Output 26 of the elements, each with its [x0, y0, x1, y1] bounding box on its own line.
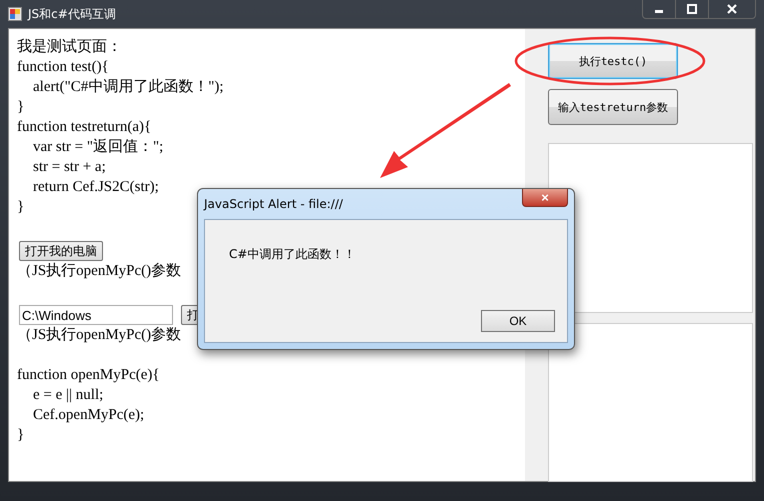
code-line: e = e || null; [32, 386, 104, 405]
note-text: （JS执行openMyPc()参数 [17, 326, 182, 345]
code-line: Cef.openMyPc(e); [32, 406, 144, 425]
open-computer-button[interactable]: 打开我的电脑 [19, 241, 103, 261]
maximize-icon [687, 4, 697, 14]
code-line: function openMyPc(e){ [17, 366, 160, 385]
code-line: str = str + a; [32, 158, 106, 177]
action-button[interactable]: 执行testc() [548, 43, 678, 79]
code-line: } [17, 426, 24, 445]
code-line: function test(){ [17, 58, 109, 77]
code-line: function testreturn(a){ [17, 118, 152, 137]
ok-button[interactable]: OK [481, 310, 555, 332]
code-line: } [17, 198, 24, 217]
alert-message: C#中调用了此函数！！ [229, 246, 356, 263]
close-icon [727, 4, 737, 14]
note-text: （JS执行openMyPc()参数 [17, 262, 182, 281]
code-line: alert("C#中调用了此函数！"); [32, 78, 224, 97]
dialog-title: JavaScript Alert - file:/// [204, 197, 343, 211]
path-field[interactable]: C:\Windows [19, 305, 173, 325]
code-line: } [17, 98, 24, 117]
page-heading: 我是测试页面： [17, 38, 122, 57]
window-title: JS和c#代码互调 [28, 6, 116, 22]
action-button[interactable]: 输入testreturn参数 [548, 89, 678, 125]
code-line: return Cef.JS2C(str); [32, 178, 159, 197]
code-line: var str = "返回值："; [32, 138, 164, 157]
app-icon [8, 7, 22, 21]
